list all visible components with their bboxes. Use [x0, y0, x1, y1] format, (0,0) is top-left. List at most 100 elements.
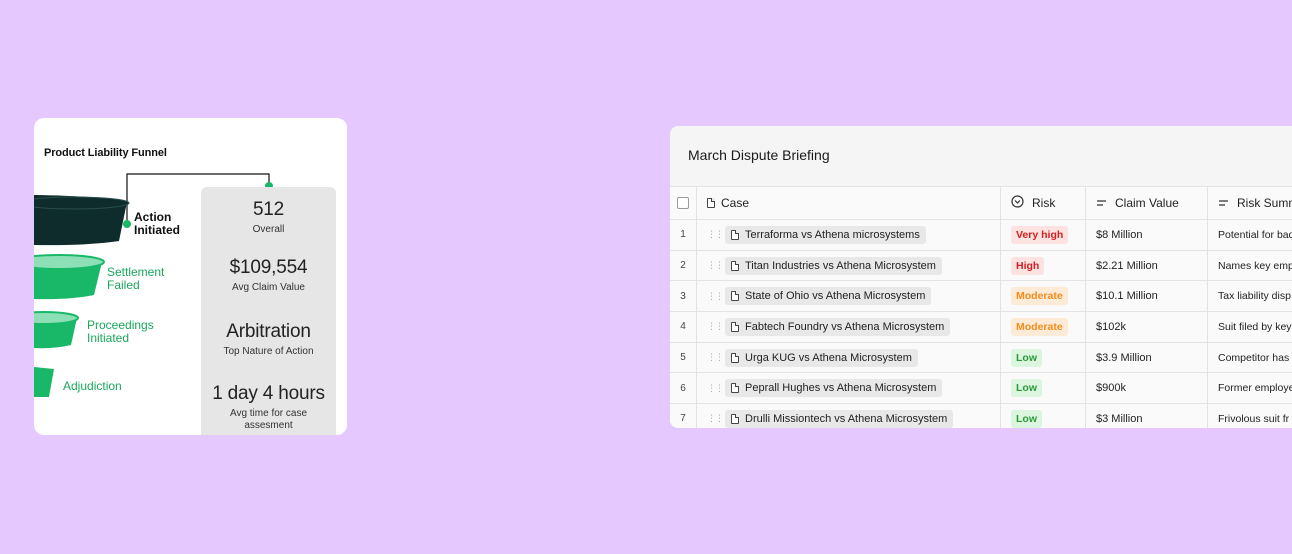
risk-summary: Potential for bad — [1218, 228, 1292, 241]
case-name: Peprall Hughes vs Athena Microsystem — [745, 382, 937, 395]
risk-badge: Very high — [1011, 225, 1069, 244]
claim-value-cell: $900k — [1086, 373, 1208, 404]
case-name: Urga KUG vs Athena Microsystem — [745, 351, 912, 364]
header-claim-value-label: Claim Value — [1115, 196, 1179, 210]
row-number: 3 — [670, 281, 697, 312]
row-number: 6 — [670, 373, 697, 404]
document-icon — [731, 229, 739, 240]
row-number: 5 — [670, 342, 697, 373]
header-risk-summary[interactable]: Risk Summary — [1208, 187, 1292, 219]
claim-value: $3.9 Million — [1096, 351, 1152, 364]
claim-value: $3 Million — [1096, 412, 1143, 425]
funnel-stage-3-label: Proceedings Initiated — [87, 318, 154, 345]
table-row[interactable]: 2 ⋮⋮ Titan Industries vs Athena Microsyste… — [670, 249, 1292, 281]
drag-handle-icon[interactable]: ⋮⋮ — [707, 229, 724, 240]
table-body: 1 ⋮⋮ Terraforma vs Athena microsystems Very… — [670, 219, 1292, 428]
drag-handle-icon[interactable]: ⋮⋮ — [707, 352, 724, 363]
risk-cell: High — [1001, 250, 1086, 281]
risk-cell: Moderate — [1001, 281, 1086, 312]
dispute-table: Case Risk Claim Value Risk Summary — [670, 186, 1292, 428]
risk-summary: Former employe — [1218, 382, 1292, 395]
case-cell: ⋮⋮ Peprall Hughes vs Athena Microsystem — [697, 373, 1001, 404]
risk-summary: Competitor has — [1218, 351, 1290, 364]
claim-value-cell: $10.1 Million — [1086, 281, 1208, 312]
risk-cell: Low — [1001, 404, 1086, 428]
stat-avg-claim: $109,554 Avg Claim Value — [201, 257, 336, 294]
funnel-stage-2-label: Settlement Failed — [107, 265, 165, 292]
claim-value-cell: $3 Million — [1086, 404, 1208, 428]
stat-avg-time: 1 day 4 hours Avg time for case assesmen… — [201, 383, 336, 432]
table-row[interactable]: 5 ⋮⋮ Urga KUG vs Athena Microsystem Low $3.9… — [670, 341, 1292, 373]
risk-summary: Tax liability disp — [1218, 290, 1291, 303]
risk-summary-cell: Competitor has — [1208, 343, 1292, 373]
table-row[interactable]: 7 ⋮⋮ Drulli Missiontech vs Athena Microsys… — [670, 403, 1292, 428]
document-icon — [707, 198, 715, 208]
table-row[interactable]: 3 ⋮⋮ State of Ohio vs Athena Microsystem Mo… — [670, 280, 1292, 312]
risk-summary-cell: Suit filed by key — [1208, 312, 1292, 342]
case-chip[interactable]: State of Ohio vs Athena Microsystem — [725, 287, 932, 306]
table-row[interactable]: 6 ⋮⋮ Peprall Hughes vs Athena Microsystem L… — [670, 372, 1292, 404]
header-case[interactable]: Case — [697, 187, 1001, 219]
risk-summary-cell: Former employe — [1208, 373, 1292, 403]
drag-handle-icon[interactable]: ⋮⋮ — [707, 321, 724, 332]
claim-value-cell: $8 Million — [1086, 220, 1208, 250]
stat-label: Avg Claim Value — [232, 282, 305, 293]
header-risk[interactable]: Risk — [1001, 187, 1086, 219]
claim-value: $2.21 Million — [1096, 259, 1158, 272]
risk-badge: Low — [1011, 409, 1042, 428]
table-title: March Dispute Briefing — [688, 147, 830, 163]
document-icon — [731, 383, 739, 394]
row-number: 2 — [670, 250, 697, 281]
case-chip[interactable]: Drulli Missiontech vs Athena Microsystem — [725, 409, 954, 428]
risk-summary: Frivolous suit fr — [1218, 412, 1290, 425]
drag-handle-icon[interactable]: ⋮⋮ — [707, 413, 724, 424]
case-chip[interactable]: Urga KUG vs Athena Microsystem — [725, 348, 918, 367]
stat-label: Overall — [252, 224, 285, 235]
drag-handle-icon[interactable]: ⋮⋮ — [707, 291, 724, 302]
header-claim-value[interactable]: Claim Value — [1086, 187, 1208, 219]
case-chip[interactable]: Titan Industries vs Athena Microsystem — [725, 256, 942, 275]
case-chip[interactable]: Fabtech Foundry vs Athena Microsystem — [725, 317, 951, 336]
risk-cell: Low — [1001, 342, 1086, 373]
document-icon — [731, 352, 739, 363]
risk-summary-cell: Frivolous suit fr — [1208, 404, 1292, 428]
text-lines-icon — [1096, 196, 1107, 210]
case-cell: ⋮⋮ Titan Industries vs Athena Microsystem — [697, 250, 1001, 281]
case-name: Terraforma vs Athena microsystems — [745, 228, 920, 241]
risk-summary-cell: Potential for bad — [1208, 220, 1292, 250]
risk-summary-cell: Tax liability disp — [1208, 281, 1292, 311]
risk-badge: Moderate — [1011, 287, 1068, 306]
stat-top-nature: Arbitration Top Nature of Action — [201, 321, 336, 358]
table-row[interactable]: 4 ⋮⋮ Fabtech Foundry vs Athena Microsystem… — [670, 311, 1292, 342]
row-number: 1 — [670, 220, 697, 250]
stats-panel: 512 Overall $109,554 Avg Claim Value Arb… — [201, 187, 336, 435]
case-name: Titan Industries vs Athena Microsystem — [745, 259, 936, 272]
document-icon — [731, 260, 739, 271]
risk-summary-cell: Names key emplo — [1208, 251, 1292, 281]
stat-label: Avg time for case assesment — [229, 408, 308, 431]
document-icon — [731, 413, 739, 424]
header-risk-label: Risk — [1032, 196, 1056, 210]
stat-label: Top Nature of Action — [223, 346, 314, 357]
case-chip[interactable]: Peprall Hughes vs Athena Microsystem — [725, 379, 943, 398]
table-header-row: Case Risk Claim Value Risk Summary — [670, 186, 1292, 219]
drag-handle-icon[interactable]: ⋮⋮ — [707, 383, 724, 394]
header-case-label: Case — [721, 196, 750, 210]
risk-badge: Low — [1011, 379, 1042, 398]
select-all-checkbox[interactable] — [677, 197, 689, 209]
table-row[interactable]: 1 ⋮⋮ Terraforma vs Athena microsystems Very… — [670, 219, 1292, 250]
claim-value-cell: $102k — [1086, 312, 1208, 342]
stat-value: $109,554 — [229, 257, 308, 278]
chevron-circle-icon — [1011, 195, 1024, 211]
claim-value: $102k — [1096, 320, 1126, 333]
row-number: 4 — [670, 312, 697, 342]
case-chip[interactable]: Terraforma vs Athena microsystems — [725, 225, 926, 244]
case-name: Drulli Missiontech vs Athena Microsystem — [745, 412, 948, 425]
risk-cell: Very high — [1001, 220, 1086, 250]
case-name: State of Ohio vs Athena Microsystem — [745, 290, 926, 303]
claim-value: $10.1 Million — [1096, 290, 1158, 303]
stat-overall: 512 Overall — [201, 199, 336, 236]
case-cell: ⋮⋮ State of Ohio vs Athena Microsystem — [697, 281, 1001, 312]
claim-value-cell: $3.9 Million — [1086, 342, 1208, 373]
drag-handle-icon[interactable]: ⋮⋮ — [707, 260, 724, 271]
